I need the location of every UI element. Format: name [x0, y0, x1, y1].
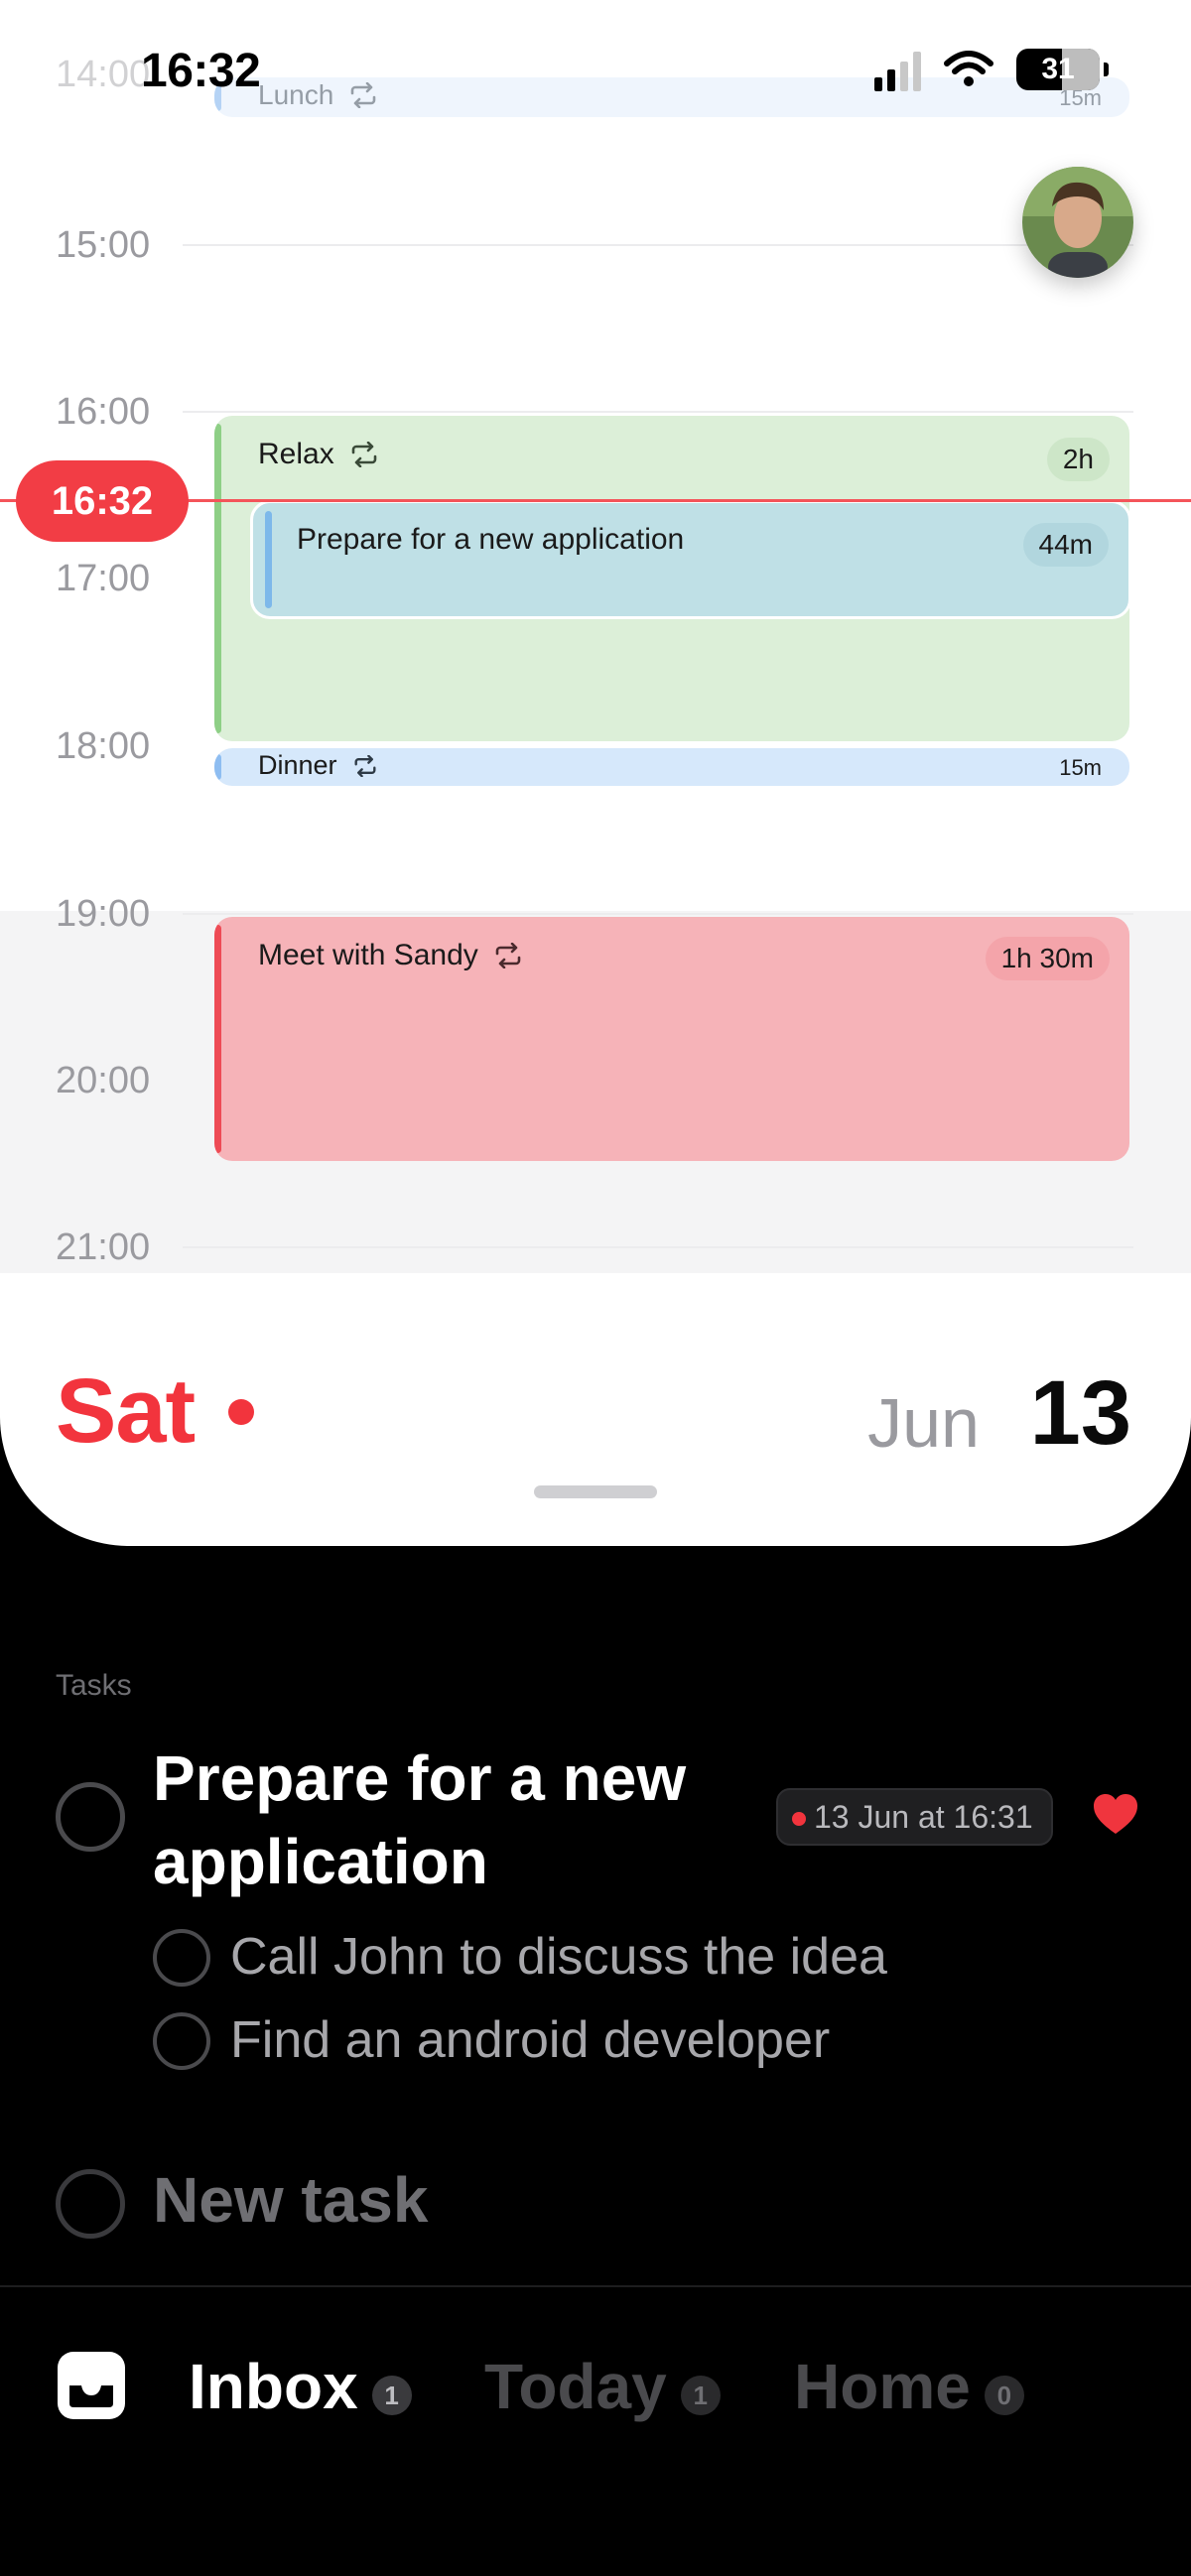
calendar-card[interactable]: 14:00 15:00 16:00 17:00 18:00 19:00 20:0… [0, 0, 1191, 1546]
event-title: Dinner [258, 750, 337, 780]
hour-line [183, 411, 1133, 413]
subtask-checkbox[interactable] [153, 1929, 210, 1987]
event-duration: 1h 30m [985, 937, 1110, 980]
hour-label: 18:00 [56, 725, 151, 767]
date-header[interactable]: Sat Jun 13 [0, 1359, 1191, 1469]
app-screen: 14:00 15:00 16:00 17:00 18:00 19:00 20:0… [0, 0, 1191, 2576]
tasks-section-label: Tasks [56, 1669, 132, 1702]
event-duration: 44m [1022, 523, 1109, 567]
hour-line [183, 244, 1133, 246]
hour-label: 16:00 [56, 391, 151, 433]
tab-label: Inbox [189, 2351, 358, 2422]
event-title: Meet with Sandy [258, 939, 478, 971]
repeat-icon [495, 943, 521, 968]
event-duration: 15m [1059, 755, 1102, 780]
tab-count-badge: 0 [984, 2376, 1024, 2415]
subtask-checkbox[interactable] [153, 2012, 210, 2070]
tab-inbox[interactable]: Inbox 1 [189, 2350, 412, 2423]
hour-line [183, 1246, 1133, 1248]
wifi-icon [944, 51, 993, 86]
task-due-badge[interactable]: 13 Jun at 16:31 [776, 1788, 1053, 1846]
hour-label: 21:00 [56, 1226, 151, 1268]
tab-label: Home [794, 2351, 971, 2422]
tab-count-badge: 1 [680, 2376, 721, 2415]
hour-label: 20:00 [56, 1060, 151, 1101]
battery-icon: 31 [1016, 49, 1109, 90]
battery-level: 31 [1041, 53, 1075, 85]
tab-bar: Inbox 1 Today 1 Home 0 [0, 2332, 1191, 2441]
tab-today[interactable]: Today 1 [484, 2350, 721, 2423]
new-task-checkbox [56, 2169, 125, 2239]
event-prepare-application[interactable]: Prepare for a new application 44m [250, 500, 1131, 619]
status-icons: 31 [874, 48, 1109, 91]
hour-label: 17:00 [56, 558, 151, 599]
day-name: Sat [56, 1360, 196, 1462]
tab-label: Today [484, 2351, 667, 2422]
day-number: 13 [1029, 1362, 1131, 1464]
repeat-icon [350, 82, 376, 108]
repeat-icon [351, 442, 377, 467]
event-dinner[interactable]: Dinner 15m [214, 748, 1129, 786]
event-title: Prepare for a new application [297, 523, 685, 556]
favorite-heart-icon[interactable] [1092, 1792, 1139, 1836]
user-avatar[interactable] [1022, 167, 1133, 278]
hour-line [183, 913, 1133, 915]
task-title[interactable]: Prepare for a new application [153, 1737, 748, 1903]
subtask-label[interactable]: Call John to discuss the idea [230, 1927, 887, 1987]
current-time-badge: 16:32 [16, 460, 189, 542]
today-dot-icon [228, 1399, 254, 1425]
drag-handle[interactable] [534, 1485, 657, 1498]
inbox-icon[interactable] [56, 2350, 127, 2421]
repeat-icon [354, 754, 376, 777]
task-checkbox[interactable] [56, 1782, 125, 1852]
event-title: Lunch [258, 79, 334, 110]
tab-bar-divider [0, 2285, 1191, 2287]
status-time: 16:32 [141, 45, 261, 97]
event-meet-sandy[interactable]: Meet with Sandy 1h 30m [214, 917, 1129, 1161]
event-duration: 2h [1046, 438, 1110, 481]
new-task-input[interactable]: New task [153, 2163, 428, 2237]
subtask-label[interactable]: Find an android developer [230, 2010, 830, 2070]
month-label: Jun [867, 1384, 980, 1462]
tab-count-badge: 1 [371, 2376, 412, 2415]
cellular-signal-icon [874, 48, 921, 91]
hour-label: 14:00 [56, 54, 151, 95]
hour-label: 19:00 [56, 893, 151, 935]
hour-label: 15:00 [56, 224, 151, 266]
event-title: Relax [258, 438, 334, 470]
tab-home[interactable]: Home 0 [794, 2350, 1024, 2423]
